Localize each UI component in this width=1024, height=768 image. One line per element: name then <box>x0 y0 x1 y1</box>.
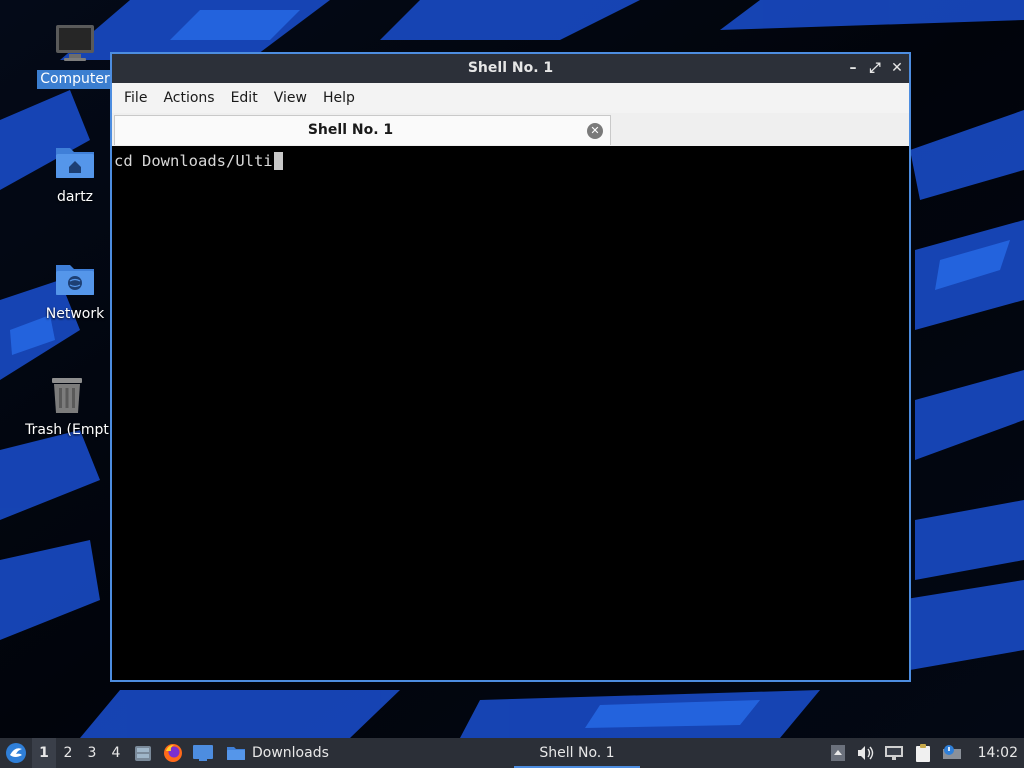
task-label: Downloads <box>252 745 329 761</box>
desktop-switch-1[interactable]: 1 <box>32 738 56 768</box>
close-button[interactable]: ✕ <box>891 60 903 76</box>
monitor-icon <box>56 25 94 61</box>
task-label: Shell No. 1 <box>539 745 615 761</box>
home-folder-icon <box>56 148 94 178</box>
menu-help[interactable]: Help <box>315 86 363 110</box>
text-cursor <box>273 152 283 170</box>
quicklaunch-show-desktop[interactable] <box>188 738 218 768</box>
terminal-window: Shell No. 1 – ⤢ ✕ File Actions Edit View… <box>110 52 911 682</box>
menu-bar: File Actions Edit View Help <box>112 83 909 113</box>
clipboard-icon[interactable] <box>914 738 932 768</box>
network-folder-icon <box>56 265 94 295</box>
taskbar: 1 2 3 4 Downloads Shell No. 1 14:02 <box>0 738 1024 768</box>
minimize-button[interactable]: – <box>847 60 859 76</box>
trash-icon <box>52 378 82 413</box>
maximize-button[interactable]: ⤢ <box>869 60 881 76</box>
menu-view[interactable]: View <box>266 86 315 110</box>
quicklaunch-file-manager[interactable] <box>128 738 158 768</box>
folder-icon <box>227 747 245 760</box>
terminal-line: cd Downloads/Ulti <box>114 152 907 170</box>
desktop-icon-label: Network <box>45 306 105 322</box>
update-notifier-icon[interactable] <box>942 738 962 768</box>
desktop-monitor-icon <box>193 745 213 761</box>
desktop-switch-3[interactable]: 3 <box>80 738 104 768</box>
tab-close-icon[interactable]: ✕ <box>587 123 603 139</box>
tab-label: Shell No. 1 <box>307 122 394 138</box>
desktop-icon-label: dartz <box>56 189 94 205</box>
file-cabinet-icon <box>135 746 151 761</box>
desktop-icon-label: Trash (Empt <box>25 422 109 438</box>
terminal-command-text: cd Downloads/Ulti <box>114 152 273 170</box>
lxqt-logo-icon <box>6 743 26 763</box>
window-controls: – ⤢ ✕ <box>847 54 903 83</box>
desktop-switch-4[interactable]: 4 <box>104 738 128 768</box>
clock[interactable]: 14:02 <box>972 738 1018 768</box>
terminal-output[interactable]: cd Downloads/Ulti <box>112 146 909 680</box>
desktop-icon-label: Computer <box>37 70 113 89</box>
firefox-icon <box>164 744 182 762</box>
menu-file[interactable]: File <box>116 86 155 110</box>
tray-arrow-icon[interactable] <box>830 738 846 768</box>
main-menu-button[interactable] <box>0 738 32 768</box>
quicklaunch-firefox[interactable] <box>158 738 188 768</box>
volume-icon[interactable] <box>856 738 874 768</box>
tab-bar: Shell No. 1 ✕ <box>112 113 909 147</box>
tab-shell-1[interactable]: Shell No. 1 ✕ <box>114 115 611 145</box>
menu-actions[interactable]: Actions <box>155 86 222 110</box>
task-downloads[interactable]: Downloads <box>218 738 424 768</box>
window-title: Shell No. 1 <box>467 60 554 76</box>
window-titlebar[interactable]: Shell No. 1 – ⤢ ✕ <box>112 54 909 83</box>
desktop-switch-2[interactable]: 2 <box>56 738 80 768</box>
menu-edit[interactable]: Edit <box>223 86 266 110</box>
task-shell-no-1[interactable]: Shell No. 1 <box>514 738 640 768</box>
network-status-icon[interactable] <box>884 738 904 768</box>
desktop-icon-trash[interactable]: Trash (Empt <box>17 373 117 440</box>
system-tray: 14:02 <box>830 738 1024 768</box>
